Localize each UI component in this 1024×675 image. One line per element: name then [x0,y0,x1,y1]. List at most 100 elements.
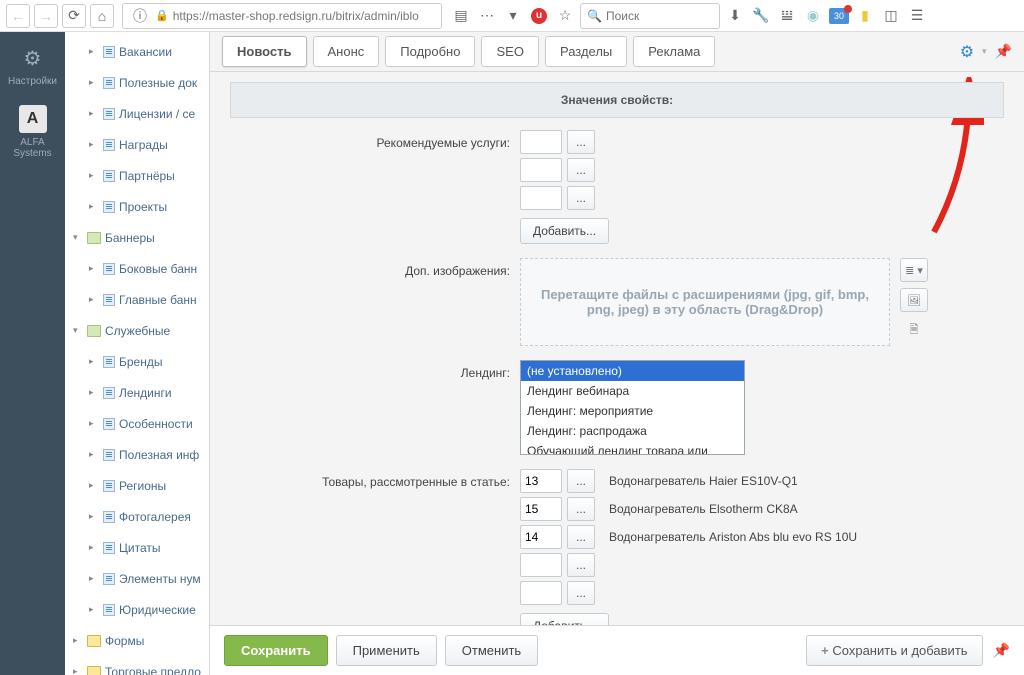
cancel-button[interactable]: Отменить [445,635,538,666]
tab-Реклама[interactable]: Реклама [633,36,715,67]
form-area: Значения свойств: Рекомендуемые услуги: … [210,72,1024,625]
file-dropzone[interactable]: Перетащите файлы с расширениями (jpg, gi… [520,258,890,346]
home-button[interactable]: ⌂ [90,4,114,28]
reader-icon[interactable]: ▤ [450,5,472,27]
library-icon[interactable]: 𝍎 [776,5,798,27]
product-name: Водонагреватель Elsotherm CK8A [609,502,798,516]
tree-item[interactable]: ▸Торговые предло [65,656,209,675]
tree-item[interactable]: ▸Особенности [65,408,209,439]
footer-bar: Сохранить Применить Отменить Сохранить и… [210,625,1024,675]
product-id-input[interactable] [520,553,562,577]
download-icon[interactable]: ⬇ [724,5,746,27]
tree-item[interactable]: ▸Лендинги [65,377,209,408]
messages-icon[interactable]: 30 [828,5,850,27]
landing-option[interactable]: Лендинг: распродажа [521,421,744,441]
rec-service-input[interactable] [520,158,562,182]
search-input[interactable] [606,9,713,23]
browse-button[interactable]: ... [567,553,595,577]
browse-button[interactable]: ... [567,497,595,521]
product-id-input[interactable] [520,497,562,521]
list-view-button[interactable]: ≣ ▾ [900,258,928,282]
info-icon[interactable]: ⓘ [129,5,151,27]
tree-item[interactable]: ▸Элементы нум [65,563,209,594]
devtools-icon[interactable]: 🔧 [750,5,772,27]
address-bar[interactable]: ⓘ 🔒 https://master-shop.redsign.ru/bitri… [122,3,442,29]
save-button[interactable]: Сохранить [224,635,328,666]
tree-item[interactable]: ▸Бренды [65,346,209,377]
tree-item[interactable]: ▸Регионы [65,470,209,501]
browse-button[interactable]: ... [567,130,595,154]
tree-item[interactable]: ▸Лицензии / се [65,98,209,129]
rec-service-input[interactable] [520,130,562,154]
panda-icon[interactable]: ◉ [802,5,824,27]
tree-item[interactable]: ▸Партнёры [65,160,209,191]
browse-button[interactable]: ... [567,525,595,549]
bulb-icon[interactable]: ▮ [854,5,876,27]
browse-button[interactable]: ... [567,158,595,182]
tabs-row: НовостьАнонсПодробноSEOРазделыРеклама ⚙ … [210,32,1024,72]
save-and-add-button[interactable]: Сохранить и добавить [806,635,982,666]
tree-item[interactable]: ▾Служебные [65,315,209,346]
footer-pin-icon[interactable]: 📌 [993,642,1010,659]
tab-Разделы[interactable]: Разделы [545,36,627,67]
ublock-icon[interactable]: u [528,5,550,27]
lock-icon: 🔒 [155,9,169,22]
menu-icon[interactable]: ☰ [906,5,928,27]
tree-item[interactable]: ▸Полезная инф [65,439,209,470]
settings-gear-icon[interactable]: ⚙ [960,42,974,62]
pocket-icon[interactable]: ▾ [502,5,524,27]
image-tool-button[interactable]: 🖼 [900,288,928,312]
left-rail: ⚙ Настройки A ALFA Systems [0,32,65,675]
tree-item[interactable]: ▸Главные банн [65,284,209,315]
gear-icon: ⚙ [18,44,46,72]
search-icon: 🔍 [587,9,602,23]
file-tool-button[interactable]: 🗎 [900,318,928,342]
label-rec-services: Рекомендуемые услуги: [230,130,520,150]
rail-settings[interactable]: ⚙ Настройки [8,44,57,87]
sidebar-icon[interactable]: ◫ [880,5,902,27]
landing-option[interactable]: Лендинг вебинара [521,381,744,401]
add-button[interactable]: Добавить... [520,218,609,244]
content-area: НовостьАнонсПодробноSEOРазделыРеклама ⚙ … [210,32,1024,675]
tree-item[interactable]: ▸Формы [65,625,209,656]
landing-option[interactable]: Обучающий лендинг товара или услуги [521,441,744,455]
tree-item[interactable]: ▸Проекты [65,191,209,222]
bookmark-icon[interactable]: ☆ [554,5,576,27]
landing-option[interactable]: (не установлено) [521,361,744,381]
tree-item[interactable]: ▸Цитаты [65,532,209,563]
tab-Анонс[interactable]: Анонс [313,36,380,67]
product-id-input[interactable] [520,525,562,549]
tree-item[interactable]: ▾Баннеры [65,222,209,253]
add-button[interactable]: Добавить... [520,613,609,625]
browse-button[interactable]: ... [567,469,595,493]
reload-button[interactable]: ⟳ [62,4,86,28]
landing-option[interactable]: Лендинг: мероприятие [521,401,744,421]
pin-icon[interactable]: 📌 [995,43,1012,60]
forward-button[interactable]: → [34,4,58,28]
tab-Подробно[interactable]: Подробно [385,36,475,67]
product-id-input[interactable] [520,581,562,605]
tree-item[interactable]: ▸Юридические [65,594,209,625]
label-landing: Лендинг: [230,360,520,380]
label-products: Товары, рассмотренные в статье: [230,469,520,489]
product-id-input[interactable] [520,469,562,493]
more-icon[interactable]: ⋯ [476,5,498,27]
tree-item[interactable]: ▸Награды [65,129,209,160]
url-text: https://master-shop.redsign.ru/bitrix/ad… [173,9,419,23]
tab-Новость[interactable]: Новость [222,36,307,67]
chevron-down-icon[interactable]: ▾ [982,46,987,57]
tab-SEO[interactable]: SEO [481,36,538,67]
tree-item[interactable]: ▸Вакансии [65,36,209,67]
tree-item[interactable]: ▸Полезные док [65,67,209,98]
tree-item[interactable]: ▸Фотогалерея [65,501,209,532]
search-box[interactable]: 🔍 [580,3,720,29]
tree-item[interactable]: ▸Боковые банн [65,253,209,284]
browse-button[interactable]: ... [567,581,595,605]
browse-button[interactable]: ... [567,186,595,210]
landing-listbox[interactable]: (не установлено)Лендинг вебинараЛендинг:… [520,360,745,455]
rec-service-input[interactable] [520,186,562,210]
rail-alfa[interactable]: A ALFA Systems [0,105,65,159]
back-button[interactable]: ← [6,4,30,28]
alfa-icon: A [19,105,47,133]
apply-button[interactable]: Применить [336,635,437,666]
